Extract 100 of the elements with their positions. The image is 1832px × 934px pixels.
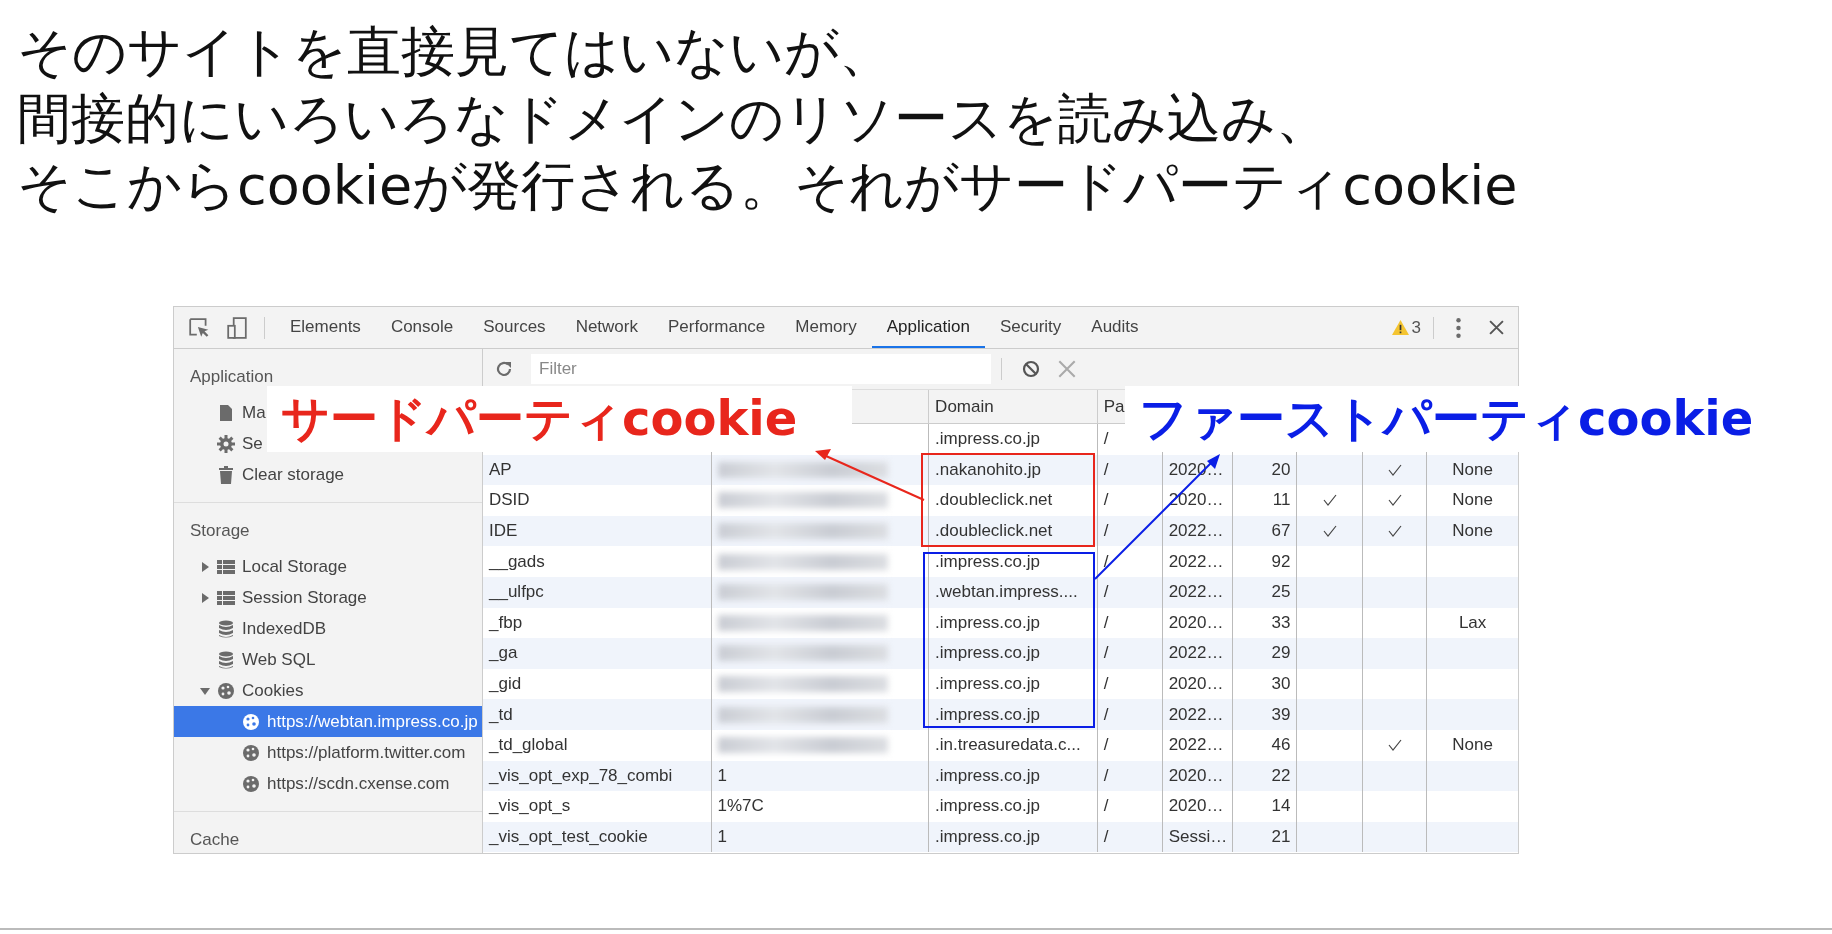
sidebar-item[interactable]: Cookies <box>174 675 308 706</box>
collapsed-arrow-icon[interactable] <box>200 592 210 603</box>
table-cell: 2020… <box>1168 674 1224 695</box>
table-cell: _ga <box>489 643 518 664</box>
table-cell: AP <box>489 459 512 480</box>
table-cell: 2022… <box>1168 551 1224 572</box>
section-title: Application <box>189 366 275 388</box>
table-cell: _vis_opt_test_cookie <box>489 827 648 847</box>
table-cell: .impress.co.jp <box>935 796 1040 817</box>
device-toolbar-icon[interactable] <box>226 316 248 339</box>
table-cell: / <box>1103 674 1109 695</box>
table-cell: 29 <box>1271 643 1291 664</box>
table-cell: 20 <box>1271 459 1291 480</box>
tab[interactable]: Network <box>560 307 653 348</box>
sidebar-item[interactable]: IndexedDB <box>174 613 331 644</box>
tab[interactable]: Security <box>984 307 1077 348</box>
table-cell: None <box>1452 521 1493 542</box>
table-cell: 2020… <box>1168 612 1224 633</box>
cookie-icon <box>242 712 260 731</box>
table-cell: _vis_opt_s <box>489 796 571 817</box>
grid-icon <box>217 557 235 576</box>
table-cell: / <box>1103 459 1109 480</box>
table-cell: 2022… <box>1168 643 1224 664</box>
filter-field[interactable]: Filter <box>531 354 991 384</box>
expanded-arrow-icon[interactable] <box>200 685 210 696</box>
table-cell: / <box>1103 551 1109 572</box>
table-cell: __ulfpc <box>489 582 544 603</box>
table-cell: 1%7C <box>717 796 764 817</box>
sidebar-item[interactable]: Ma <box>174 397 270 428</box>
warning-icon[interactable] <box>1391 320 1409 335</box>
table-cell: 46 <box>1271 735 1291 756</box>
table-cell: 33 <box>1271 612 1291 633</box>
sidebar-item[interactable]: Se <box>174 428 267 459</box>
cookie-icon <box>217 681 235 700</box>
sidebar-item[interactable]: https://scdn.cxense.com <box>174 768 454 799</box>
block-icon[interactable] <box>1022 360 1040 378</box>
table-cell: / <box>1103 582 1109 603</box>
sidebar-item[interactable]: https://webtan.impress.co.jp <box>174 706 482 737</box>
refresh-icon[interactable] <box>495 360 513 378</box>
tab[interactable]: Elements <box>275 307 376 348</box>
grid-icon <box>217 588 235 607</box>
sidebar-item[interactable]: Local Storage <box>174 551 351 582</box>
table-cell: 30 <box>1271 674 1291 695</box>
cookie-icon <box>242 774 260 793</box>
table-cell: / <box>1103 827 1109 847</box>
database-icon <box>217 619 235 638</box>
table-cell: Sessi… <box>1168 827 1228 847</box>
table-cell: / <box>1103 490 1109 511</box>
table-cell: .impress.co.jp <box>935 765 1040 786</box>
table-cell: 39 <box>1271 704 1291 725</box>
inspect-cursor-icon[interactable] <box>188 316 210 339</box>
table-cell: None <box>1452 735 1493 756</box>
sidebar-item[interactable]: Web SQL <box>174 644 320 675</box>
column-header[interactable]: Pa <box>1103 397 1125 416</box>
trash-icon <box>217 465 235 484</box>
table-cell: / <box>1103 429 1109 450</box>
table-cell: 67 <box>1271 521 1291 542</box>
table-cell: 1 <box>717 827 727 847</box>
table-cell: 92 <box>1271 551 1291 572</box>
table-cell: _td_global <box>489 735 568 756</box>
table-cell: IDE <box>489 521 518 542</box>
tab[interactable]: Sources <box>468 307 561 348</box>
table-cell: 2020… <box>1168 796 1224 817</box>
warning-count[interactable]: 3 <box>1411 317 1421 338</box>
tab[interactable]: Memory <box>780 307 872 348</box>
cookie-icon <box>242 743 260 762</box>
table-cell: 1 <box>717 765 727 786</box>
more-options-icon[interactable] <box>1456 317 1461 338</box>
database-icon <box>217 650 235 669</box>
table-cell: .impress.co.jp <box>935 551 1040 572</box>
heading-line: そこからcookieが発行される。それがサードパーティcookie <box>17 153 1519 219</box>
table-cell: 21 <box>1271 827 1291 847</box>
heading-line: 間接的にいろいろなドメインのリソースを読み込み、 <box>17 86 1331 152</box>
table-cell: __gads <box>489 551 545 572</box>
table-cell: / <box>1103 765 1109 786</box>
sidebar-item[interactable]: Session Storage <box>174 582 371 613</box>
collapsed-arrow-icon[interactable] <box>200 561 210 572</box>
table-cell: 2022… <box>1168 521 1224 542</box>
annotation-label: サードパーティcookie <box>267 386 852 452</box>
table-cell: _td <box>489 704 513 725</box>
table-cell: .impress.co.jp <box>935 612 1040 633</box>
table-cell: / <box>1103 735 1109 756</box>
table-cell: .nakanohito.jp <box>935 459 1041 480</box>
sidebar-item[interactable]: Clear storage <box>174 459 349 490</box>
table-cell: _fbp <box>489 612 523 633</box>
column-header[interactable]: Domain <box>935 397 994 416</box>
table-cell: _vis_opt_exp_78_combi <box>489 765 673 786</box>
table-cell: .in.treasuredata.c... <box>935 735 1081 756</box>
heading-line: そのサイトを直接見てはいないが、 <box>17 19 894 85</box>
table-cell: .doubleclick.net <box>935 490 1053 511</box>
tab[interactable]: Console <box>375 307 469 348</box>
close-icon[interactable] <box>1489 320 1504 335</box>
table-cell: / <box>1103 521 1109 542</box>
table-cell: / <box>1103 796 1109 817</box>
tab[interactable]: Audits <box>1076 307 1154 348</box>
sidebar-item[interactable]: https://platform.twitter.com <box>174 737 470 768</box>
table-cell: 2022… <box>1168 704 1224 725</box>
document-icon <box>217 403 235 422</box>
tab[interactable]: Performance <box>653 307 781 348</box>
table-cell: None <box>1452 459 1493 480</box>
